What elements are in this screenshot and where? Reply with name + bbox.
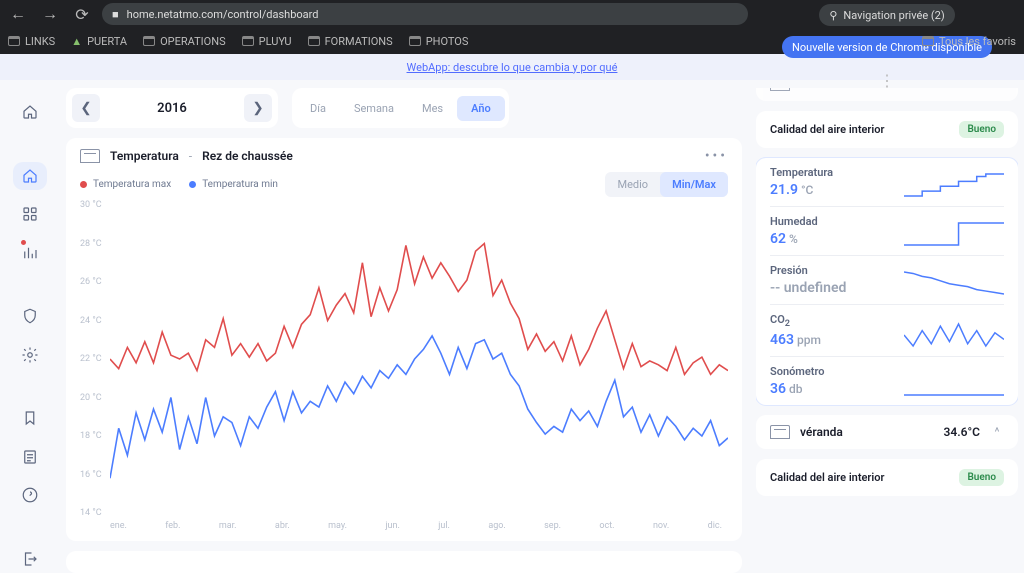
sidebar-rooms-icon[interactable] <box>13 200 47 228</box>
nav-reload[interactable]: ⟳ <box>70 2 94 26</box>
chart-plot-area: 14 °C16 °C18 °C20 °C22 °C24 °C26 °C28 °C… <box>80 205 728 513</box>
bookmark-puerta[interactable]: ▲PUERTA <box>71 35 127 48</box>
folder-icon <box>308 36 320 46</box>
range-week[interactable]: Semana <box>340 96 408 121</box>
folder-icon <box>922 36 934 46</box>
chart-toolbar: ❮ 2016 ❯ Día Semana Mes Año <box>66 88 742 128</box>
bookmark-formations[interactable]: FORMATIONS <box>308 35 393 48</box>
airq-label: Calidad del aire interior <box>770 123 884 136</box>
sidebar-help-icon[interactable] <box>13 481 47 509</box>
legend-dot-icon <box>189 181 196 188</box>
bookmark-pluyu[interactable]: PLUYU <box>242 35 292 48</box>
site-icon: ■ <box>112 8 119 21</box>
promo-link[interactable]: WebApp: descubre lo que cambia y por qué <box>407 61 618 74</box>
room-name: véranda <box>800 425 843 439</box>
metric-temperature[interactable]: Temperatura21.9 °C <box>770 158 1004 206</box>
folder-icon <box>409 36 421 46</box>
triangle-icon: ▲ <box>71 35 82 48</box>
sidebar-dashboard-icon[interactable] <box>13 162 47 190</box>
url-text: home.netatmo.com/control/dashboard <box>127 8 319 21</box>
chevron-up-icon: ^ <box>990 425 1004 439</box>
room-temp: 21.9°C <box>944 88 980 91</box>
legend-item-max: Temperatura max <box>80 179 171 190</box>
year-navigator: ❮ 2016 ❯ <box>66 88 278 128</box>
bookmark-operations[interactable]: OPERATIONS <box>143 35 226 48</box>
rooms-panel: Rez de chaussée 21.9°C ✕ Calidad del air… <box>756 88 1018 573</box>
metric-pressure[interactable]: Presión-- undefined <box>770 255 1004 304</box>
legend-dot-icon <box>80 181 87 188</box>
folder-icon <box>8 36 20 46</box>
sidebar-doc-icon[interactable] <box>13 443 47 471</box>
chart-x-axis: ene.feb.mar.abr.may.jun.jul.ago.sep.oct.… <box>80 521 728 531</box>
sidebar-security-icon[interactable] <box>13 302 47 330</box>
sparkline-icon <box>904 270 1004 296</box>
airq-badge: Bueno <box>959 469 1004 486</box>
year-label: 2016 <box>112 101 232 116</box>
chart-more-icon[interactable]: ••• <box>705 148 728 164</box>
room-rez-header[interactable]: Rez de chaussée 21.9°C ✕ <box>756 88 1018 101</box>
room-name: Rez de chaussée <box>800 88 891 91</box>
chart-metric: Temperatura <box>110 149 179 163</box>
room-icon <box>770 425 790 439</box>
sparkline-icon <box>904 322 1004 348</box>
room-icon <box>770 88 790 91</box>
nav-fwd[interactable]: → <box>38 2 62 26</box>
chevron-down-icon: ✕ <box>990 88 1004 91</box>
folder-icon <box>242 36 254 46</box>
sidebar <box>0 80 60 573</box>
metric-co2[interactable]: CO2463 ppm <box>770 304 1004 356</box>
sidebar-logout-icon[interactable] <box>13 545 47 573</box>
sidebar-bookmark-icon[interactable] <box>13 404 47 432</box>
browser-chrome: ← → ⟳ ■ home.netatmo.com/control/dashboa… <box>0 0 1024 54</box>
air-quality-row: Calidad del aire interior Bueno <box>756 111 1018 148</box>
metric-sonometer[interactable]: Sonómetro36 db <box>770 356 1004 405</box>
air-quality-row-veranda: Calidad del aire interior Bueno <box>756 459 1018 496</box>
sidebar-home-icon[interactable] <box>13 98 47 126</box>
bookmark-links[interactable]: LINKS <box>8 35 55 48</box>
sparkline-icon <box>904 371 1004 397</box>
room-veranda-header[interactable]: véranda 34.6°C ^ <box>756 415 1018 449</box>
sidebar-analytics-icon[interactable] <box>13 238 47 266</box>
airq-badge: Bueno <box>959 121 1004 138</box>
range-year[interactable]: Año <box>457 96 505 121</box>
incognito-icon: ⚲ <box>829 9 837 22</box>
next-card-peek <box>66 551 742 573</box>
year-next-button[interactable]: ❯ <box>244 94 272 122</box>
metrics-card: Temperatura21.9 °C Humedad62 % Presión--… <box>756 158 1018 405</box>
range-month[interactable]: Mes <box>408 96 457 121</box>
all-favorites[interactable]: Tous les favoris <box>922 35 1016 48</box>
address-bar[interactable]: ■ home.netatmo.com/control/dashboard <box>102 3 748 25</box>
year-prev-button[interactable]: ❮ <box>72 94 100 122</box>
mode-minmax[interactable]: Min/Max <box>660 172 728 197</box>
mode-medio[interactable]: Medio <box>605 172 660 197</box>
chart-room: Rez de chaussée <box>202 149 293 163</box>
folder-icon <box>143 36 155 46</box>
metric-humidity[interactable]: Humedad62 % <box>770 206 1004 255</box>
chart-sep: - <box>189 149 192 163</box>
sparkline-icon <box>904 221 1004 247</box>
range-toggle: Día Semana Mes Año <box>292 88 509 128</box>
display-mode-toggle: Medio Min/Max <box>605 172 728 197</box>
room-temp: 34.6°C <box>944 425 980 439</box>
sidebar-settings-icon[interactable] <box>13 341 47 369</box>
legend-item-min: Temperatura min <box>189 179 278 190</box>
chart-card: Temperatura - Rez de chaussée ••• Temper… <box>66 138 742 541</box>
nav-back[interactable]: ← <box>6 2 30 26</box>
range-day[interactable]: Día <box>296 96 340 121</box>
incognito-pill[interactable]: ⚲ Navigation privée (2) <box>819 4 954 26</box>
sparkline-icon <box>904 172 1004 198</box>
bookmark-photos[interactable]: PHOTOS <box>409 35 469 48</box>
airq-label: Calidad del aire interior <box>770 471 884 484</box>
room-icon <box>80 149 100 163</box>
